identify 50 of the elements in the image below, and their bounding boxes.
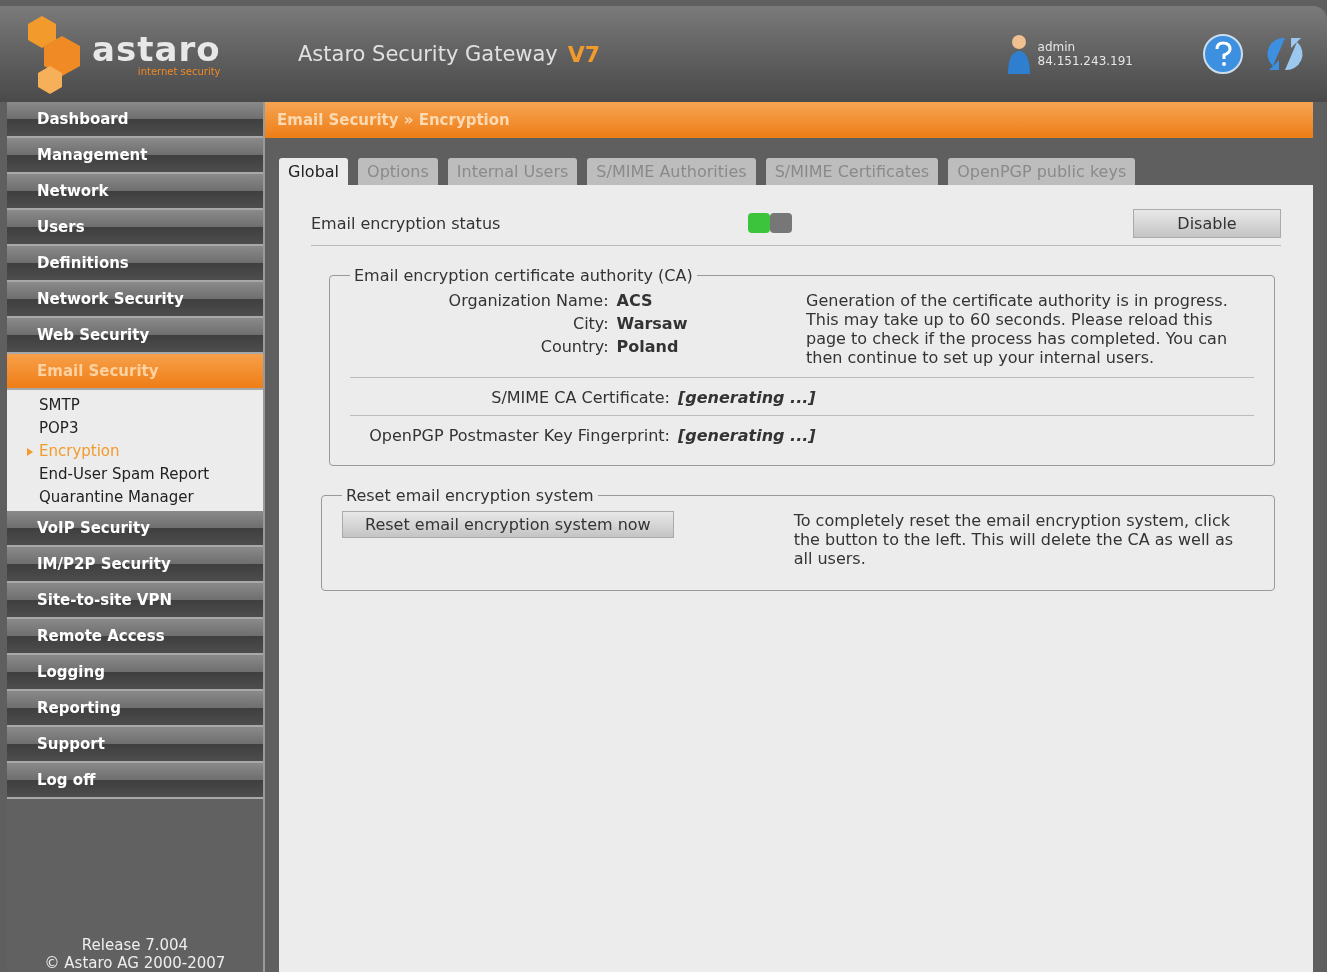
nav-subitem[interactable]: End-User Spam Report <box>7 463 263 486</box>
tab[interactable]: Global <box>279 158 349 185</box>
ip-address: 84.151.243.191 <box>1037 54 1133 68</box>
version-label: V7 <box>567 41 601 67</box>
nav-item[interactable]: Reporting <box>7 691 263 727</box>
field-value: ACS <box>616 291 654 310</box>
status-toggle[interactable] <box>747 212 793 234</box>
field-label: OpenPGP Postmaster Key Fingerprint: <box>368 426 670 445</box>
section-legend: Email encryption certificate authority (CA) <box>350 266 697 285</box>
nav-item[interactable]: Logging <box>7 655 263 691</box>
nav-item[interactable]: Log off <box>7 763 263 799</box>
field-value: [generating ...] <box>678 426 816 445</box>
product-title: Astaro Security Gateway <box>298 42 558 66</box>
field-label: Organization Name: <box>447 291 609 310</box>
user-icon <box>1005 34 1032 74</box>
breadcrumb: Email Security » Encryption <box>265 102 1313 138</box>
nav-subitem[interactable]: POP3 <box>7 417 263 440</box>
nav-item[interactable]: Support <box>7 727 263 763</box>
nav-item[interactable]: Network <box>7 174 263 210</box>
section-legend: Reset email encryption system <box>342 486 598 505</box>
nav-item[interactable]: Definitions <box>7 246 263 282</box>
nav-subitem[interactable]: Quarantine Manager <box>7 486 263 509</box>
field-value: Warsaw <box>616 314 689 333</box>
nav-item[interactable]: Network Security <box>7 282 263 318</box>
logo-wordmark: astaro <box>92 31 221 66</box>
copyright-label: © Astaro AG 2000-2007 <box>44 954 226 972</box>
release-label: Release 7.004 <box>81 936 189 954</box>
caret-icon <box>27 447 33 456</box>
logo-tagline: internet security <box>137 65 221 77</box>
nav-item[interactable]: IM/P2P Security <box>7 547 263 583</box>
field-value: Poland <box>616 337 680 356</box>
nav-item[interactable]: Users <box>7 210 263 246</box>
nav-item[interactable]: Dashboard <box>7 102 263 138</box>
field-label: Country: <box>539 337 609 356</box>
field-value: [generating ...] <box>678 388 816 407</box>
disable-button[interactable]: Disable <box>1133 208 1281 238</box>
help-icon[interactable] <box>1203 34 1243 74</box>
nav-item[interactable]: VoIP Security <box>7 511 263 547</box>
status-label: Email encryption status <box>311 213 502 233</box>
nav-item[interactable]: Management <box>7 138 263 174</box>
nav-item[interactable]: Site-to-site VPN <box>7 583 263 619</box>
user-name: admin <box>1037 40 1077 54</box>
reset-note: To completely reset the email encryption system, click the button to the left. This will delete the CA as well as all users. <box>793 511 1234 568</box>
nav-item[interactable]: Remote Access <box>7 619 263 655</box>
field-label: City: <box>571 314 609 333</box>
nav-subitem[interactable]: SMTP <box>7 394 263 417</box>
field-label: S/MIME CA Certificate: <box>490 388 670 407</box>
nav-item[interactable]: Web Security <box>7 318 263 354</box>
status-note: Generation of the certificate authority is in progress. This may take up to 60 seconds. Please reload this page to check if the process has completed. You can then continue to set up your internal users. <box>806 291 1229 367</box>
reset-button[interactable]: Reset email encryption system now <box>342 511 674 538</box>
